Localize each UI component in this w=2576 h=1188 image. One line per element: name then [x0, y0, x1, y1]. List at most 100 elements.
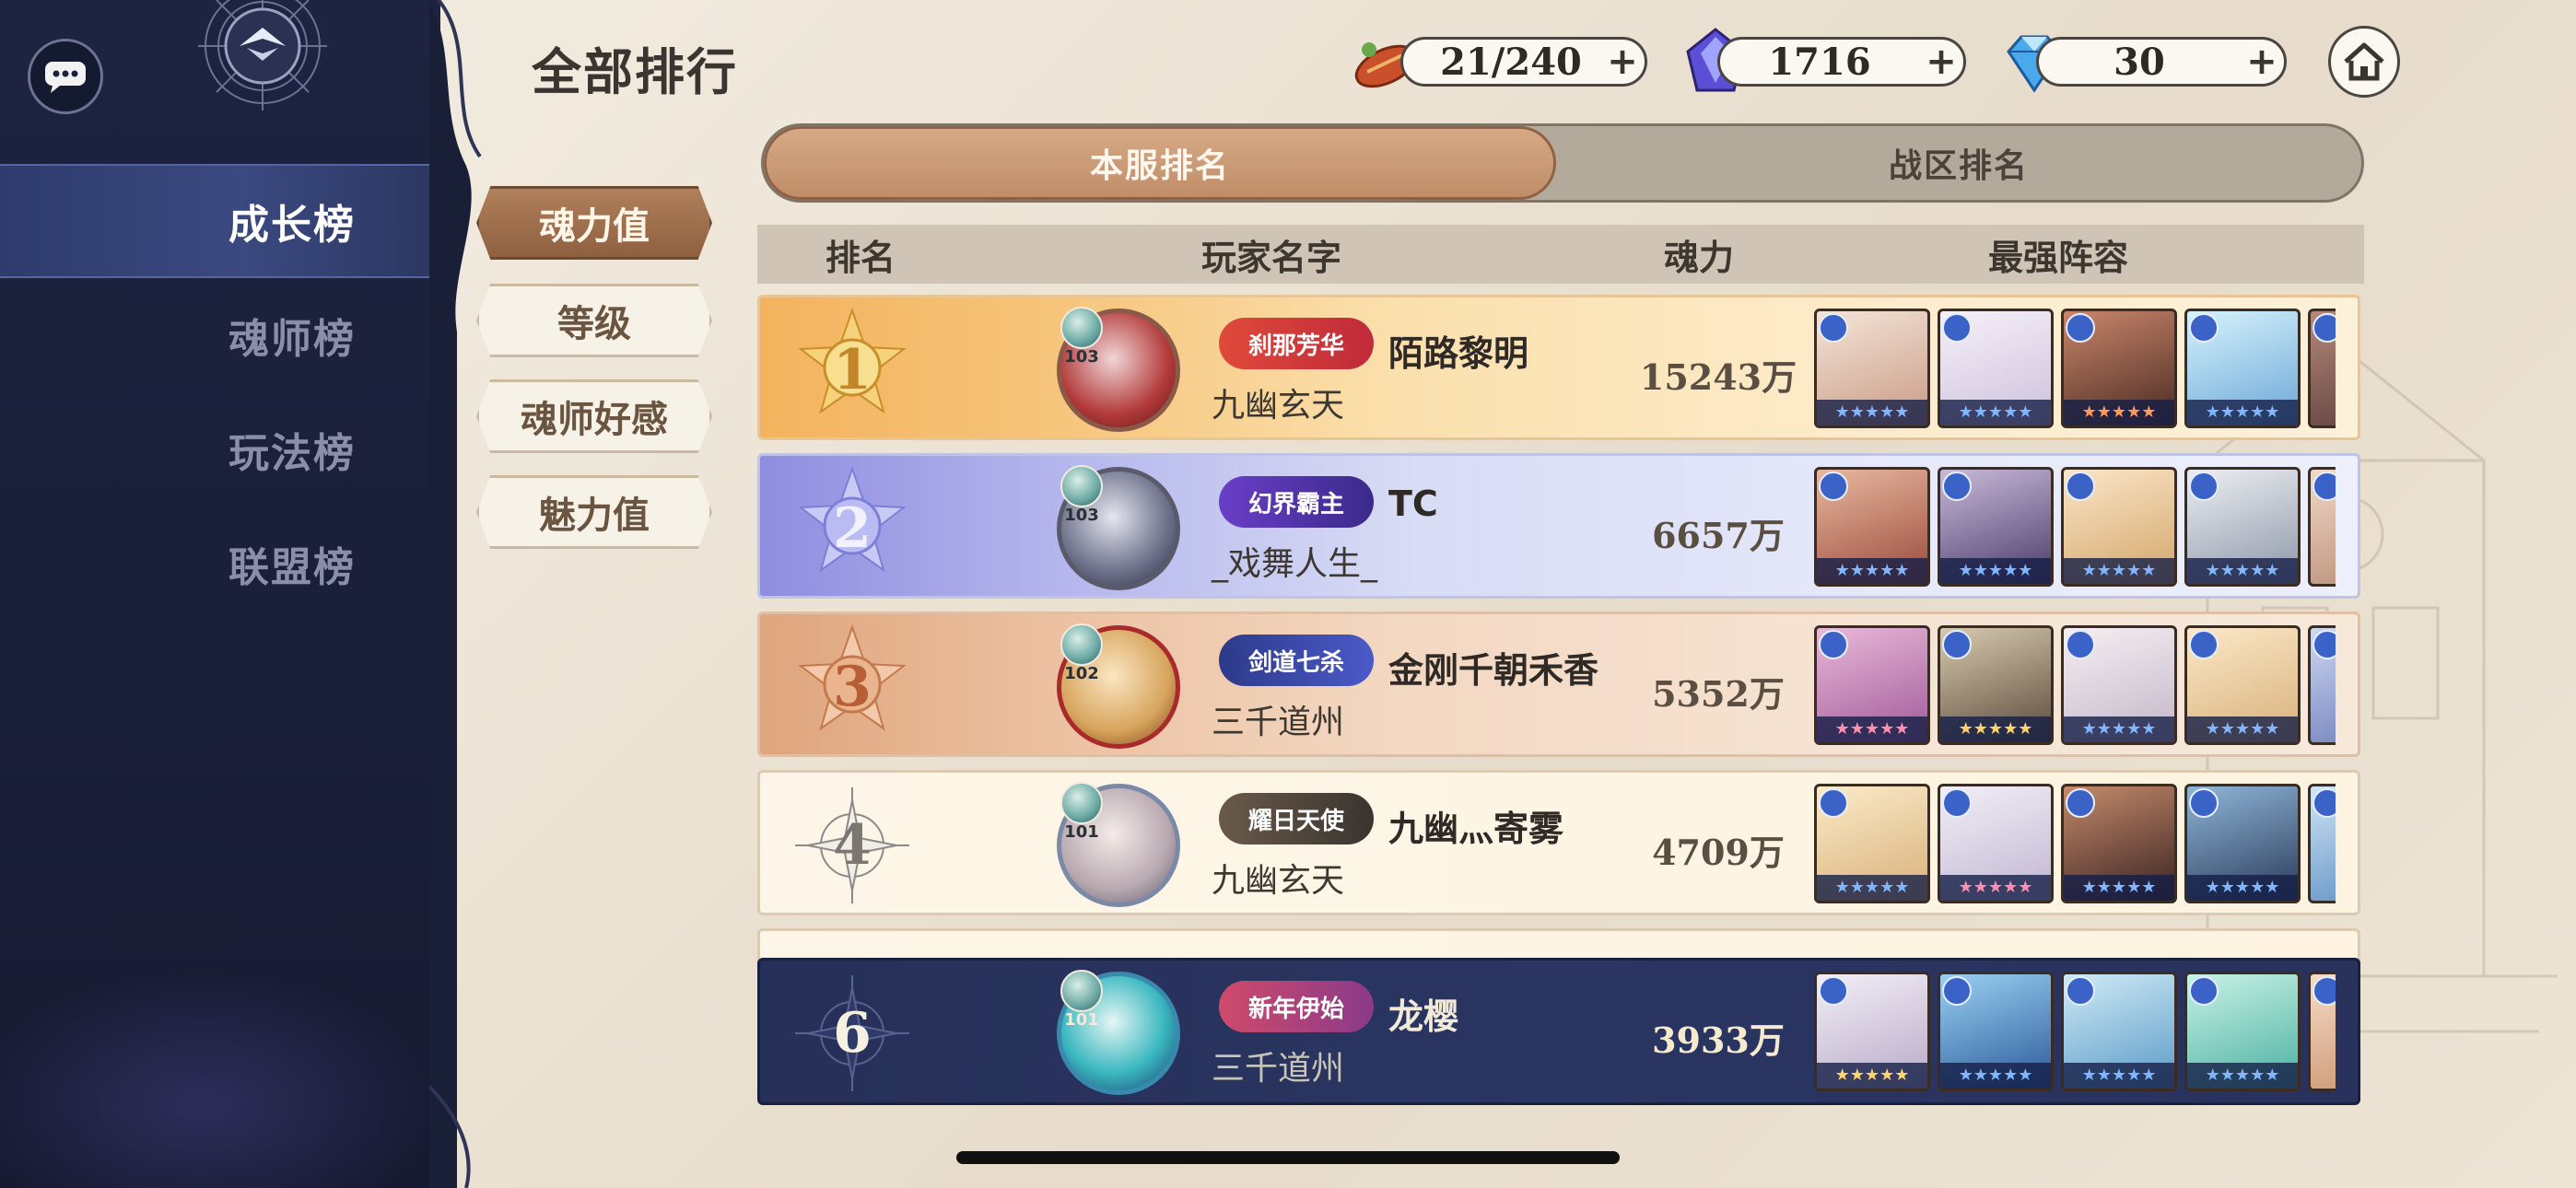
rank-number: 1	[833, 338, 872, 402]
stamina-counter: 21/240 +	[1400, 37, 1647, 87]
column-soul-power: 魂力	[1664, 237, 1735, 278]
element-icon	[1819, 472, 1848, 501]
player-guild: _戏舞人生_	[1212, 545, 1378, 583]
star-rating: ★★★★★	[2064, 1063, 2174, 1089]
diamond-counter: 30 +	[2036, 37, 2287, 87]
hero-portrait: ★★★★★	[2061, 625, 2177, 745]
hero-portrait: ★★★★★	[2184, 972, 2301, 1091]
server-tabs: 本服排名 战区排名	[761, 123, 2364, 203]
element-icon	[2189, 630, 2219, 659]
star-rating: ★★★★★	[1940, 1063, 2051, 1089]
category-label: 等级	[557, 303, 631, 345]
hero-portrait: ★★★★★	[2184, 784, 2301, 903]
table-row[interactable]: 3 102 剑道七杀 金刚千朝禾香 三千道州 5352万 ★★★★★ ★★★★★…	[757, 611, 2360, 757]
strongest-lineup[interactable]: ★★★★★ ★★★★★ ★★★★★ ★★★★★	[1814, 784, 2336, 907]
strongest-lineup[interactable]: ★★★★★ ★★★★★ ★★★★★ ★★★★★	[1814, 467, 2336, 590]
player-level: 101	[1064, 822, 1099, 842]
add-stamina-button[interactable]: +	[1600, 41, 1645, 83]
element-icon	[2189, 976, 2219, 1006]
page-title: 全部排行	[532, 42, 738, 101]
my-rank-row[interactable]: 6 101 新年伊始 龙樱 三千道州 3933万 ★★★★★ ★★★★★ ★★★…	[757, 958, 2360, 1105]
star-rating: ★★★★★	[1817, 400, 1927, 425]
strongest-lineup[interactable]: ★★★★★ ★★★★★ ★★★★★ ★★★★★	[1814, 972, 2336, 1095]
hero-portrait: ★★★★★	[2184, 467, 2301, 587]
star-rating: ★★★★★	[1940, 558, 2051, 584]
hero-portrait: ★★★★★	[2061, 784, 2177, 903]
category-level[interactable]: 等级	[476, 284, 712, 357]
star-rating: ★★★★★	[2064, 875, 2174, 901]
category-label: 魂师好感	[521, 399, 668, 441]
table-row[interactable]: 2 103 幻界霸主 TC _戏舞人生_ 6657万 ★★★★★ ★★★★★ ★…	[757, 453, 2360, 599]
star-rating: ★★★★★	[2064, 400, 2174, 425]
star-rating: ★★★★★	[2064, 716, 2174, 742]
element-icon	[1942, 472, 1972, 501]
element-icon	[2066, 788, 2095, 818]
category-soul-power[interactable]: 魂力值	[476, 186, 712, 260]
star-rating: ★★★★★	[2187, 400, 2298, 425]
strongest-lineup[interactable]: ★★★★★ ★★★★★ ★★★★★ ★★★★★	[1814, 625, 2336, 749]
hero-portrait: ★★★★★	[1814, 467, 1930, 587]
player-name: 龙樱	[1388, 996, 1459, 1037]
level-orb-icon	[1060, 970, 1103, 1012]
title-badge: 幻界霸主	[1219, 476, 1374, 528]
star-rating: ★★★★★	[2187, 716, 2298, 742]
player-name: 九幽灬寄雾	[1388, 809, 1564, 849]
element-icon	[2313, 472, 2336, 501]
hero-portrait	[2308, 309, 2336, 428]
element-icon	[2066, 976, 2095, 1006]
tab-local-server[interactable]: 本服排名	[764, 126, 1556, 200]
element-icon	[2189, 788, 2219, 818]
element-icon	[2189, 313, 2219, 343]
nav-item-growth[interactable]: 成长榜	[0, 164, 440, 278]
home-button[interactable]	[2328, 26, 2400, 98]
home-indicator[interactable]	[956, 1151, 1620, 1164]
tab-war-zone[interactable]: 战区排名	[1556, 126, 2361, 200]
title-badge: 新年伊始	[1219, 981, 1374, 1032]
table-row[interactable]: 4 101 耀日天使 九幽灬寄雾 九幽玄天 4709万 ★★★★★ ★★★★★ …	[757, 770, 2360, 915]
nav-item-label: 玩法榜	[228, 430, 356, 477]
element-icon	[1819, 630, 1848, 659]
table-row[interactable]: 1 103 刹那芳华 陌路黎明 九幽玄天 15243万 ★★★★★ ★★★★★ …	[757, 295, 2360, 440]
category-affinity[interactable]: 魂师好感	[476, 379, 712, 453]
element-icon	[1819, 313, 1848, 343]
nav-item-soul-master[interactable]: 魂师榜	[0, 278, 440, 392]
add-crystal-button[interactable]: +	[1919, 41, 1963, 83]
hero-portrait: ★★★★★	[2184, 309, 2301, 428]
chat-button[interactable]	[28, 39, 103, 114]
player-level: 103	[1064, 347, 1099, 367]
element-icon	[2313, 313, 2336, 343]
title-badge: 剑道七杀	[1219, 635, 1374, 686]
player-guild: 九幽玄天	[1212, 387, 1345, 425]
column-player-name: 玩家名字	[1201, 237, 1342, 278]
stamina-value: 21/240	[1440, 40, 1582, 84]
chat-bubble-icon	[45, 62, 86, 93]
crystal-counter: 1716 +	[1717, 37, 1966, 87]
player-guild: 三千道州	[1212, 704, 1345, 741]
star-rating: ★★★★★	[1940, 716, 2051, 742]
hero-portrait	[2308, 467, 2336, 587]
hero-portrait	[2308, 784, 2336, 903]
nav-item-alliance[interactable]: 联盟榜	[0, 507, 440, 621]
diamond-value: 30	[2113, 40, 2165, 84]
category-charm[interactable]: 魅力值	[476, 475, 712, 549]
star-rating: ★★★★★	[1940, 400, 2051, 425]
level-orb-icon	[1060, 623, 1103, 666]
sidebar: 成长榜 魂师榜 玩法榜 联盟榜	[0, 0, 440, 1188]
player-name: 陌路黎明	[1388, 333, 1529, 374]
sidebar-vine-edge	[429, 0, 482, 1188]
element-icon	[2313, 788, 2336, 818]
category-label: 魂力值	[539, 205, 650, 248]
soul-power-value: 6657万	[1652, 515, 1785, 556]
home-icon	[2344, 42, 2384, 81]
hero-portrait: ★★★★★	[1938, 625, 2054, 745]
hero-portrait: ★★★★★	[1814, 784, 1930, 903]
hero-portrait: ★★★★★	[1814, 625, 1930, 745]
strongest-lineup[interactable]: ★★★★★ ★★★★★ ★★★★★ ★★★★★	[1814, 309, 2336, 432]
nav-item-gameplay[interactable]: 玩法榜	[0, 392, 440, 507]
add-diamond-button[interactable]: +	[2240, 41, 2284, 83]
hero-portrait	[2308, 972, 2336, 1091]
player-name: TC	[1388, 483, 1438, 524]
sidebar-glow	[0, 967, 440, 1188]
player-level: 102	[1064, 664, 1099, 683]
star-rating: ★★★★★	[2187, 558, 2298, 584]
